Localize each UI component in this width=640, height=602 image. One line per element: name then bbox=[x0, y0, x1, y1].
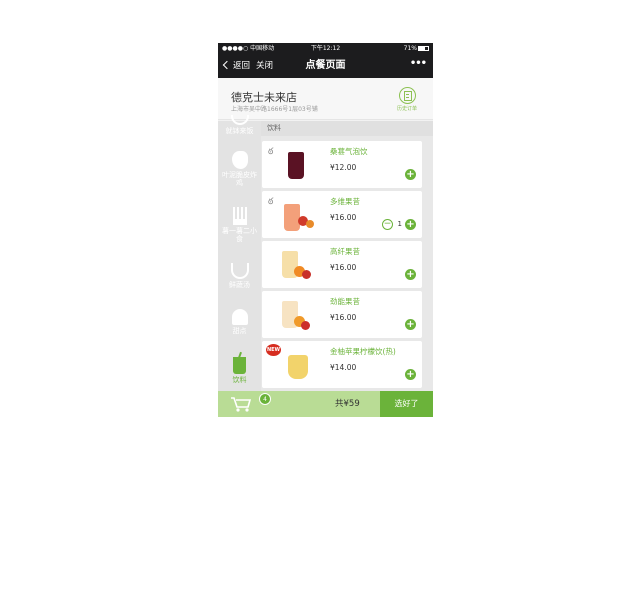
clock: 下午12:12 bbox=[310, 45, 341, 52]
item-name: 高纤果昔 bbox=[330, 247, 360, 256]
add-button[interactable]: + bbox=[405, 369, 416, 380]
category-snacks[interactable]: 薯一薯二小食 bbox=[218, 207, 261, 243]
drink-image bbox=[266, 244, 322, 285]
drink-image: ఠ bbox=[266, 144, 322, 185]
nav-bar: 返回 关闭 点餐页面 ••• bbox=[218, 54, 433, 78]
item-name: 多维果昔 bbox=[330, 197, 360, 206]
add-button[interactable]: + bbox=[405, 319, 416, 330]
battery-icon bbox=[418, 46, 429, 51]
item-quantity: 1 bbox=[397, 220, 402, 228]
store-header: 德克士未来店 上海市吴中路1666号1层03号铺 历史订单 bbox=[218, 78, 433, 120]
more-menu-button[interactable]: ••• bbox=[410, 57, 427, 71]
cart-bar: 4 共¥59 选好了 bbox=[218, 391, 433, 417]
menu-item[interactable]: NEW 金柚苹果柠檬饮(热) ¥14.00 + bbox=[262, 341, 422, 388]
fries-icon bbox=[232, 207, 247, 225]
drink-image: ఠ bbox=[266, 194, 322, 235]
history-orders-button[interactable]: 历史订单 bbox=[394, 87, 420, 112]
item-price: ¥16.00 bbox=[330, 313, 357, 322]
store-name: 德克士未来店 bbox=[231, 91, 297, 104]
drink-image bbox=[266, 294, 322, 335]
menu-list[interactable]: 饮料 ఠ 桑葚气泡饮 ¥12.00 + ఠ 多维果昔 ¥16.00 − 1 + bbox=[261, 121, 433, 391]
soup-icon bbox=[230, 263, 249, 279]
glass-icon bbox=[284, 204, 300, 231]
minus-button[interactable]: − bbox=[382, 219, 393, 230]
add-button[interactable]: + bbox=[405, 269, 416, 280]
category-label: 薯一薯二小食 bbox=[222, 227, 257, 243]
checkout-button[interactable]: 选好了 bbox=[380, 391, 433, 417]
dessert-icon bbox=[231, 309, 248, 325]
page-title: 点餐页面 bbox=[305, 60, 346, 71]
category-chicken[interactable]: 叶泥脆皮炸鸡 bbox=[218, 151, 261, 187]
shopping-cart-icon[interactable]: 4 bbox=[230, 393, 271, 412]
rice-bowl-icon bbox=[230, 115, 249, 125]
store-address: 上海市吴中路1666号1层03号铺 bbox=[231, 106, 318, 113]
category-label: 就钵来饭 bbox=[225, 127, 254, 135]
menu-item[interactable]: ఠ 多维果昔 ¥16.00 − 1 + bbox=[262, 191, 422, 238]
category-label: 饮料 bbox=[232, 376, 247, 384]
category-sidebar: 就钵来饭 叶泥脆皮炸鸡 薯一薯二小食 鲜蔬汤 甜点 饮料 bbox=[218, 115, 261, 391]
battery-percent: 71% bbox=[403, 45, 417, 52]
add-button[interactable]: + bbox=[405, 169, 416, 180]
menu-item[interactable]: ఠ 桑葚气泡饮 ¥12.00 + bbox=[262, 141, 422, 188]
battery-status: 71% bbox=[404, 43, 429, 54]
cart-svg bbox=[231, 397, 252, 412]
chicken-icon bbox=[231, 151, 248, 169]
category-drinks[interactable]: 饮料 bbox=[218, 357, 261, 384]
drink-image: NEW bbox=[266, 344, 322, 385]
item-price: ¥16.00 bbox=[330, 263, 357, 272]
item-name: 桑葚气泡饮 bbox=[330, 147, 368, 156]
category-label: 鲜蔬汤 bbox=[229, 281, 250, 289]
section-label: 饮料 bbox=[261, 121, 433, 136]
category-rice-bowl[interactable]: 就钵来饭 bbox=[218, 115, 261, 135]
brand-logo-icon: ఠ bbox=[268, 197, 274, 207]
cart-total: 共¥59 bbox=[335, 399, 360, 409]
item-name: 劲能果昔 bbox=[330, 297, 360, 306]
cart-count-badge: 4 bbox=[259, 393, 271, 405]
fruit-icon bbox=[306, 220, 314, 228]
brand-logo-icon: ఠ bbox=[268, 147, 274, 157]
category-label: 甜点 bbox=[232, 327, 247, 335]
history-label: 历史订单 bbox=[396, 106, 417, 112]
item-price: ¥12.00 bbox=[330, 163, 357, 172]
item-price: ¥14.00 bbox=[330, 363, 357, 372]
item-price: ¥16.00 bbox=[330, 213, 357, 222]
add-button[interactable]: + bbox=[405, 219, 416, 230]
drink-icon bbox=[233, 357, 246, 374]
category-soup[interactable]: 鲜蔬汤 bbox=[218, 263, 261, 289]
category-dessert[interactable]: 甜点 bbox=[218, 309, 261, 335]
fruit-icon bbox=[301, 321, 310, 330]
category-label: 叶泥脆皮炸鸡 bbox=[222, 171, 257, 187]
glass-icon bbox=[288, 152, 304, 179]
menu-item[interactable]: 高纤果昔 ¥16.00 + bbox=[262, 241, 422, 288]
item-name: 金柚苹果柠檬饮(热) bbox=[330, 347, 396, 356]
phone-screen: ●●●●○ 中国移动 下午12:12 71% 返回 关闭 点餐页面 ••• 德克… bbox=[218, 43, 433, 417]
fruit-icon bbox=[302, 270, 311, 279]
menu-item[interactable]: 劲能果昔 ¥16.00 + bbox=[262, 291, 422, 338]
mug-icon bbox=[288, 355, 308, 379]
status-bar: ●●●●○ 中国移动 下午12:12 71% bbox=[218, 43, 433, 54]
new-badge: NEW bbox=[266, 344, 281, 356]
order-history-icon bbox=[398, 87, 416, 104]
